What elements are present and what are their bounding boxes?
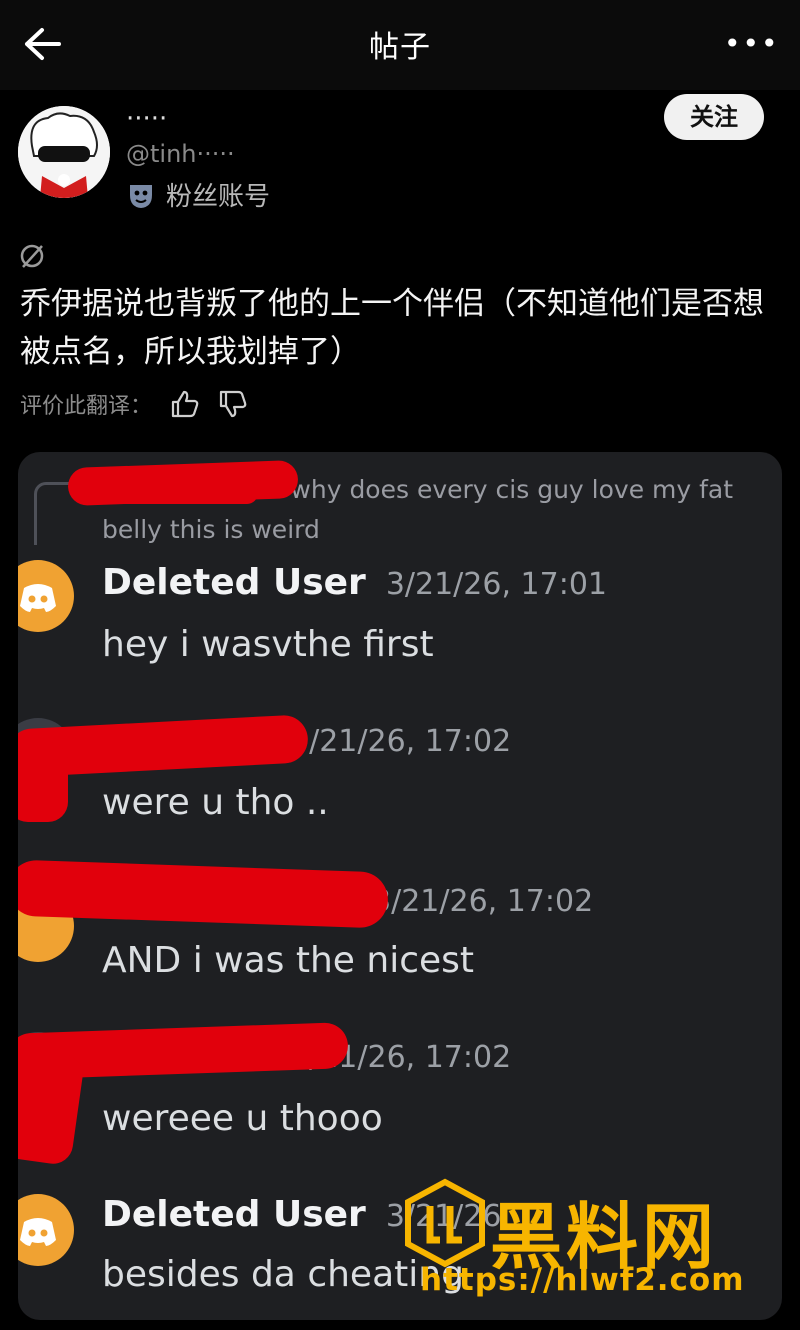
mask-icon	[130, 184, 152, 208]
fan-account-label: 粉丝账号	[166, 182, 271, 212]
user-name[interactable]: ·····	[126, 104, 167, 134]
post-text: 乔伊据说也背叛了他的上一个伴侣（不知道他们是否想被点名，所以我划掉了）	[20, 286, 764, 370]
watermark-logo	[405, 1178, 485, 1268]
message-time: 3/21/26, 17:02	[372, 884, 594, 919]
watermark: 黑料网 https://hlwf2.com	[400, 1178, 800, 1308]
top-bar: 帖子 •••	[0, 0, 800, 90]
discord-avatar[interactable]	[18, 560, 74, 632]
message-author[interactable]: Deleted User	[102, 562, 366, 603]
translation-rating: 评价此翻译：	[20, 388, 248, 420]
user-handle: @tinh·····	[126, 140, 235, 168]
message-text: wereee u thooo	[102, 1098, 383, 1139]
no-symbol-icon	[18, 242, 46, 274]
more-icon: •••	[724, 27, 780, 60]
redaction-mark	[88, 482, 258, 504]
page-title: 帖子	[369, 30, 431, 65]
message-time: 3/21/26, 17:01	[385, 567, 607, 602]
avatar-image	[18, 106, 110, 198]
message-text: hey i wasvthe first	[102, 624, 434, 665]
follow-button[interactable]: 关注	[664, 94, 764, 140]
more-button[interactable]: •••	[724, 24, 778, 64]
message-text: were u tho ..	[102, 782, 329, 823]
message-author[interactable]: Deleted User	[102, 1194, 366, 1235]
redaction-mark	[18, 1047, 86, 1167]
message-time: 3/21/26, 17:02	[290, 724, 512, 759]
rate-label: 评价此翻译：	[20, 394, 153, 419]
redaction-mark	[18, 859, 389, 929]
discord-avatar[interactable]	[18, 1194, 74, 1266]
fan-account-badge: 粉丝账号	[126, 176, 270, 213]
watermark-url: https://hlwf2.com	[420, 1262, 745, 1298]
thumbs-down-icon[interactable]	[218, 389, 248, 419]
discord-icon	[20, 1218, 56, 1246]
redaction-mark	[18, 742, 68, 822]
message-text: AND i was the nicest	[102, 940, 475, 981]
thumbs-up-icon[interactable]	[170, 389, 200, 419]
discord-icon	[20, 584, 56, 612]
avatar[interactable]	[18, 106, 110, 198]
